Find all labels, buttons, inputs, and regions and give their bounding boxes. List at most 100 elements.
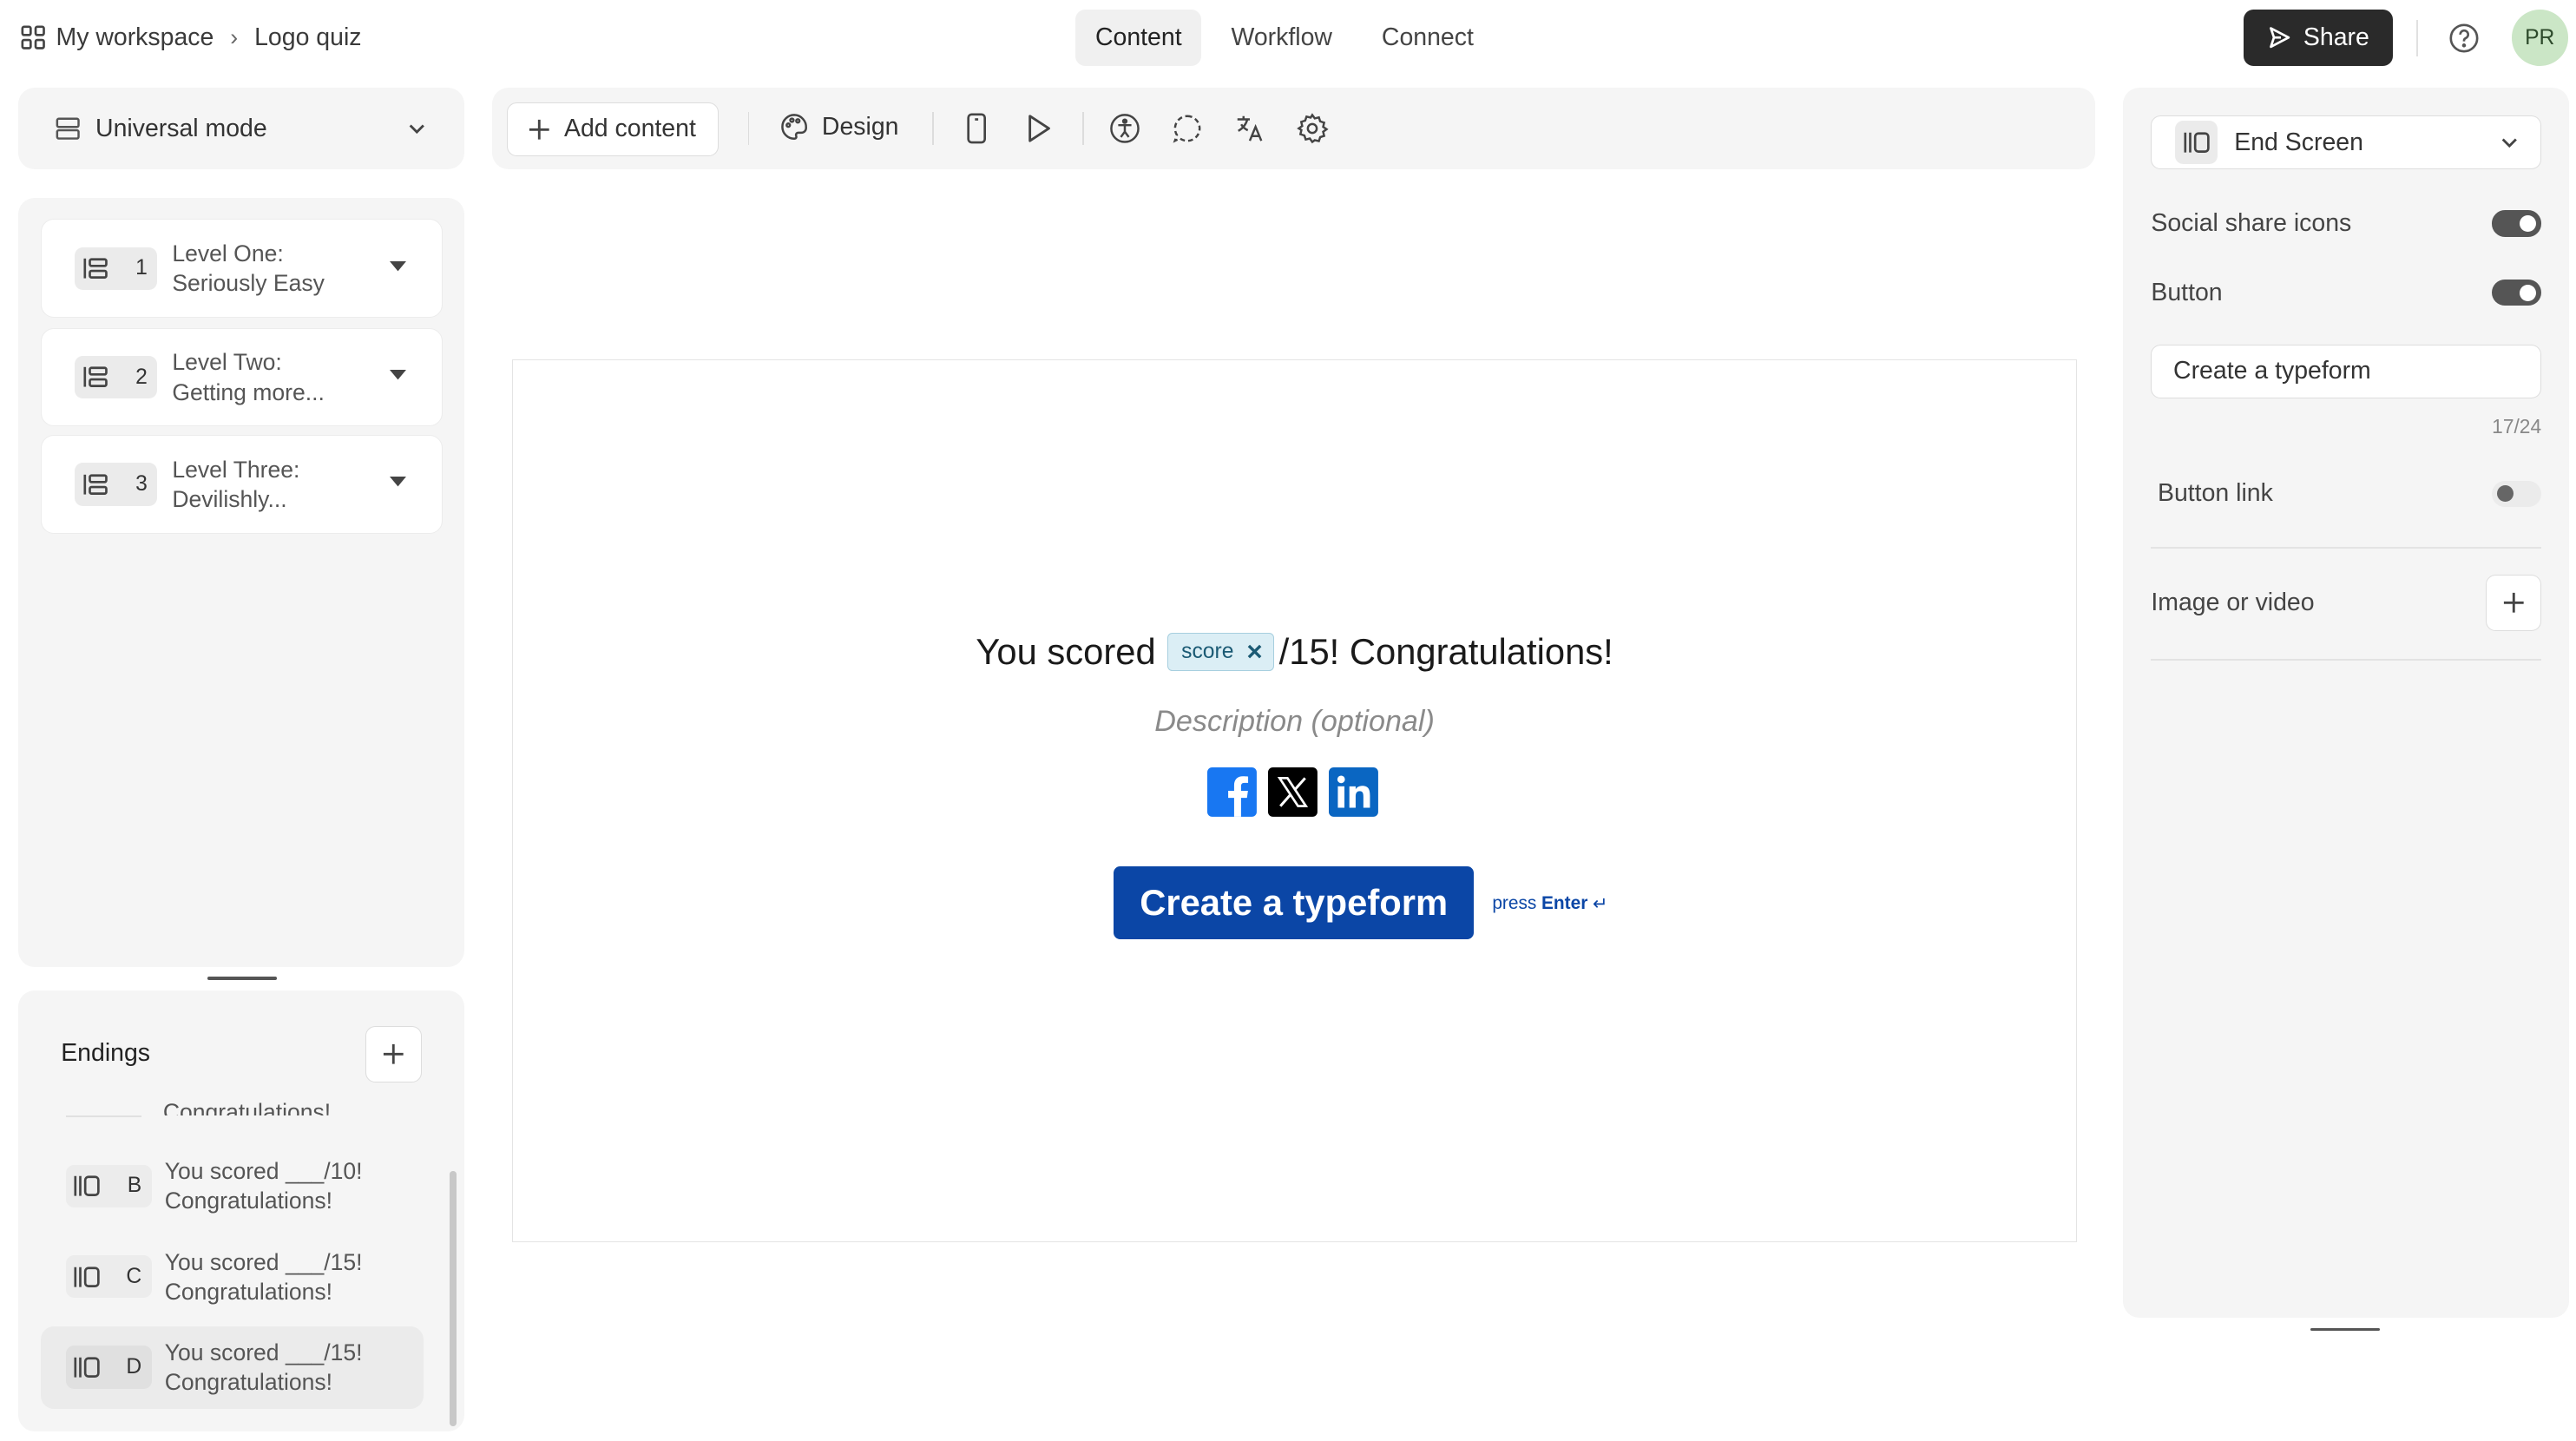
group-title: Level Three: <box>172 456 300 483</box>
ending-title: You scored ___/15! <box>164 1339 363 1365</box>
add-content-button[interactable]: Add content <box>507 102 719 157</box>
design-label: Design <box>821 112 899 141</box>
group-badge: 2 <box>75 355 158 399</box>
settings-gear-icon[interactable] <box>1296 112 1330 145</box>
button-link-setting: Button link <box>2157 479 2542 508</box>
caret-down-icon[interactable] <box>389 370 406 381</box>
share-button-label: Share <box>2303 23 2369 52</box>
design-button[interactable]: Design <box>779 112 899 141</box>
main-tabs: Content Workflow Connect <box>1075 10 1493 66</box>
description-placeholder[interactable]: Description (optional) <box>512 705 2077 739</box>
ending-item-c[interactable]: C You scored ___/15! Congratulations! <box>41 1235 423 1318</box>
chevron-down-icon <box>2498 131 2521 155</box>
level-group-3[interactable]: 3 Level Three: Devilishly... <box>41 434 444 534</box>
group-subtitle: Seriously Easy <box>172 270 325 297</box>
mobile-preview-icon[interactable] <box>963 112 989 145</box>
caret-down-icon[interactable] <box>389 477 406 488</box>
breadcrumb-separator-icon: › <box>230 24 239 51</box>
settings-panel: End Screen Social share icons Button 17/… <box>2123 87 2570 1319</box>
apps-grid-icon[interactable] <box>20 24 46 50</box>
button-toggle[interactable] <box>2492 280 2542 306</box>
question-group-icon <box>82 471 111 497</box>
toolbar-divider <box>747 112 750 145</box>
tab-content[interactable]: Content <box>1075 10 1202 66</box>
breadcrumb-form-title[interactable]: Logo quiz <box>254 23 361 52</box>
ending-title: You scored ___/10! <box>164 1158 363 1185</box>
end-screen-icon <box>2174 121 2218 164</box>
editor-toolbar: Add content Design <box>492 87 2095 170</box>
social-share-label: Social share icons <box>2151 208 2352 237</box>
button-link-toggle[interactable] <box>2492 480 2542 507</box>
end-screen-icon <box>72 1354 102 1380</box>
group-subtitle: Getting more... <box>172 378 325 405</box>
plus-icon <box>528 118 551 141</box>
settings-divider <box>2151 547 2542 549</box>
breadcrumb-workspace-link[interactable]: My workspace <box>56 23 214 52</box>
caret-down-icon[interactable] <box>389 260 406 273</box>
level-group-2[interactable]: 2 Level Two: Getting more... <box>41 327 444 427</box>
ending-subtitle: Congratulations! <box>164 1188 333 1214</box>
ending-letter: B <box>127 1174 142 1198</box>
screen-type-label: End Screen <box>2234 128 2363 156</box>
group-number: 2 <box>135 365 148 389</box>
headline-text-before: You scored <box>976 630 1156 672</box>
end-screen-headline[interactable]: You scored score /15! Congratulations! <box>512 631 2077 673</box>
close-icon[interactable] <box>1247 644 1262 659</box>
group-title: Level One: <box>172 240 284 267</box>
create-typeform-cta-button[interactable]: Create a typeform <box>1113 866 1475 939</box>
endings-scrollbar[interactable] <box>450 1171 457 1427</box>
ending-letter: D <box>126 1355 142 1379</box>
end-screen-icon <box>72 1173 102 1199</box>
play-preview-icon[interactable] <box>1024 112 1054 145</box>
question-groups-panel: 1 Level One: Seriously Easy 2 Level Two: G… <box>17 197 465 967</box>
button-text-input[interactable] <box>2151 344 2542 399</box>
press-enter-hint: press Enter ↵ <box>1492 893 1607 915</box>
ai-chat-icon[interactable] <box>1171 112 1204 145</box>
social-share-setting: Social share icons <box>2151 208 2542 238</box>
add-media-button[interactable] <box>2485 575 2542 631</box>
breadcrumb: My workspace › Logo quiz <box>20 20 362 56</box>
toolbar-divider <box>1081 112 1084 145</box>
panel-resize-handle[interactable] <box>207 977 277 981</box>
social-share-icons <box>1207 767 1379 818</box>
group-subtitle: Devilishly... <box>172 485 287 512</box>
endings-title: Endings <box>61 1039 151 1068</box>
accessibility-icon[interactable] <box>1108 112 1141 145</box>
question-group-icon <box>82 364 111 390</box>
button-setting: Button <box>2151 279 2542 307</box>
settings-resize-handle[interactable] <box>2310 1327 2381 1332</box>
plus-icon <box>382 1043 405 1066</box>
ending-item-partial-text: Congratulations! <box>162 1100 332 1115</box>
ending-item-b[interactable]: B You scored ___/10! Congratulations! <box>41 1145 423 1227</box>
score-variable-chip[interactable]: score <box>1166 632 1274 671</box>
x-twitter-icon[interactable] <box>1268 767 1318 818</box>
ending-letter: C <box>126 1264 142 1288</box>
ending-badge: B <box>65 1164 152 1207</box>
ending-title: You scored ___/15! <box>164 1248 363 1275</box>
avatar[interactable]: PR <box>2511 10 2568 66</box>
screen-type-select[interactable]: End Screen <box>2151 115 2542 170</box>
translate-icon[interactable] <box>1233 112 1266 145</box>
share-button[interactable]: Share <box>2243 10 2394 66</box>
add-ending-button[interactable] <box>365 1026 422 1082</box>
universal-mode-select[interactable]: Universal mode <box>17 87 465 170</box>
enter-label: Enter <box>1541 893 1588 914</box>
ending-subtitle: Congratulations! <box>164 1369 333 1396</box>
button-text-counter: 17/24 <box>2492 415 2542 438</box>
facebook-icon[interactable] <box>1207 767 1257 818</box>
social-share-toggle[interactable] <box>2492 210 2542 237</box>
press-label: press <box>1492 893 1537 914</box>
linkedin-icon[interactable] <box>1329 767 1379 818</box>
palette-icon <box>779 112 809 141</box>
universal-mode-label: Universal mode <box>95 114 267 142</box>
ending-item-d[interactable]: D You scored ___/15! Congratulations! <box>41 1326 424 1409</box>
help-icon[interactable] <box>2448 22 2481 55</box>
tab-connect[interactable]: Connect <box>1362 10 1494 66</box>
group-badge: 1 <box>75 247 158 290</box>
level-group-1[interactable]: 1 Level One: Seriously Easy <box>41 219 444 319</box>
button-link-label: Button link <box>2157 479 2273 508</box>
tab-workflow[interactable]: Workflow <box>1212 10 1352 66</box>
group-number: 1 <box>135 256 148 280</box>
add-content-label: Add content <box>563 115 696 143</box>
image-video-setting: Image or video <box>2151 575 2542 631</box>
